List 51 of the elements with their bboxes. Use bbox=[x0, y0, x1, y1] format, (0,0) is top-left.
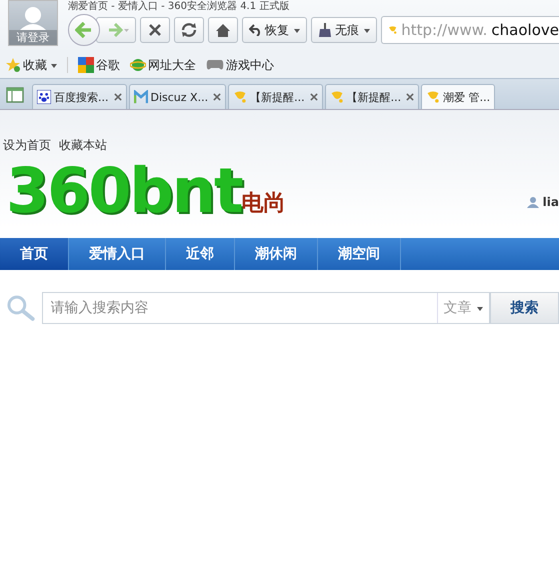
undo-arrow-icon bbox=[249, 24, 262, 36]
restore-button[interactable]: 恢复 bbox=[242, 17, 307, 43]
bell-icon bbox=[330, 90, 344, 104]
nav-item[interactable]: 潮休闲 bbox=[235, 238, 318, 270]
sidebar-toggle-icon[interactable] bbox=[6, 87, 24, 103]
home-icon bbox=[215, 22, 231, 38]
back-arrow-icon bbox=[75, 22, 93, 38]
user-silhouette-icon bbox=[18, 6, 48, 30]
window-title: 潮爱首页 - 爱情入口 - 360安全浏览器 4.1 正式版 bbox=[68, 0, 290, 14]
browser-tab[interactable]: 【新提醒... bbox=[228, 84, 323, 109]
close-icon[interactable] bbox=[310, 93, 318, 101]
header-link[interactable]: 收藏本站 bbox=[59, 137, 107, 154]
browser-tab[interactable]: 百度搜索... bbox=[32, 84, 126, 109]
nav-item[interactable]: 潮空间 bbox=[318, 238, 401, 270]
username-link[interactable]: lia bbox=[542, 195, 559, 209]
paw-icon bbox=[37, 90, 51, 104]
browser-tab[interactable]: 潮爱 管... bbox=[421, 84, 496, 109]
bookmark-item[interactable]: 游戏中心 bbox=[206, 56, 274, 74]
close-icon bbox=[148, 23, 162, 37]
refresh-button[interactable] bbox=[174, 17, 204, 43]
close-icon[interactable] bbox=[213, 93, 222, 101]
nav-item[interactable]: 首页 bbox=[0, 238, 69, 270]
broom-icon bbox=[318, 23, 332, 37]
close-icon[interactable] bbox=[406, 93, 414, 101]
search-icon bbox=[6, 294, 36, 322]
header-link[interactable]: 设为首页 bbox=[3, 137, 51, 154]
address-field[interactable]: http://www. chaolove bbox=[381, 16, 559, 44]
login-label: 请登录 bbox=[9, 30, 57, 45]
bookmark-item[interactable]: 收藏 bbox=[5, 56, 57, 74]
user-icon bbox=[526, 196, 539, 208]
nav-item[interactable]: 爱情入口 bbox=[69, 238, 166, 270]
bookmark-item[interactable]: 谷歌 bbox=[78, 56, 120, 74]
nav-item[interactable]: 近邻 bbox=[166, 238, 235, 270]
browser-tab[interactable]: 【新提醒... bbox=[324, 84, 420, 109]
incognito-button[interactable]: 无痕 bbox=[311, 17, 377, 43]
globe-icon bbox=[130, 57, 146, 73]
bell-icon bbox=[233, 90, 248, 104]
search-button[interactable]: 搜索 bbox=[490, 292, 559, 324]
star-icon bbox=[5, 57, 21, 73]
bookmark-item[interactable]: 网址大全 bbox=[130, 56, 196, 74]
site-logo[interactable]: 360bnt电尚 bbox=[0, 154, 286, 222]
close-icon[interactable] bbox=[114, 93, 122, 101]
gamepad-icon bbox=[206, 58, 224, 72]
refresh-icon bbox=[181, 22, 197, 38]
google-icon bbox=[78, 57, 94, 73]
browser-tab[interactable]: Discuz X... bbox=[128, 84, 226, 109]
stop-button[interactable] bbox=[140, 17, 170, 43]
forward-arrow-icon bbox=[108, 23, 130, 37]
m-logo-icon bbox=[134, 90, 148, 104]
home-button[interactable] bbox=[208, 17, 238, 43]
bell-icon bbox=[426, 90, 440, 104]
